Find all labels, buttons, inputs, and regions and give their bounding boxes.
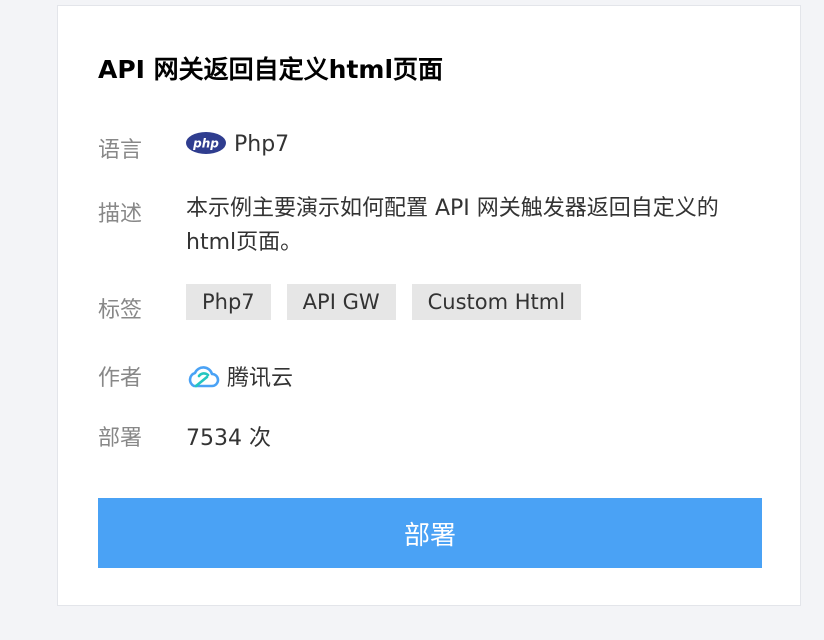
tag-php7[interactable]: Php7: [186, 284, 271, 320]
tag-api-gw[interactable]: API GW: [286, 284, 396, 320]
deploy-button[interactable]: 部署: [98, 498, 762, 568]
svg-text:php: php: [192, 137, 219, 151]
tag-list: Php7 API GW Custom Html: [186, 284, 582, 320]
description-value: 本示例主要演示如何配置 API 网关触发器返回自定义的html页面。: [186, 196, 719, 255]
language-value: php Php7: [186, 132, 289, 157]
php-logo-icon: php: [186, 132, 226, 154]
tag-custom-html[interactable]: Custom Html: [411, 284, 582, 320]
template-card: API 网关返回自定义html页面 语言 php Php7 描述 本示例主要演示…: [57, 5, 801, 606]
description-label: 描述: [98, 202, 143, 227]
tencent-cloud-icon: [188, 366, 220, 388]
language-text: Php7: [234, 132, 290, 157]
author-text: 腾讯云: [227, 366, 294, 391]
language-label: 语言: [98, 138, 143, 163]
author-label: 作者: [98, 366, 143, 391]
card-title: API 网关返回自定义html页面: [98, 55, 444, 84]
tags-label: 标签: [98, 298, 143, 323]
deploys-label: 部署: [98, 426, 143, 451]
author-value: 腾讯云: [186, 360, 293, 392]
deploys-value: 7534 次: [186, 426, 271, 451]
